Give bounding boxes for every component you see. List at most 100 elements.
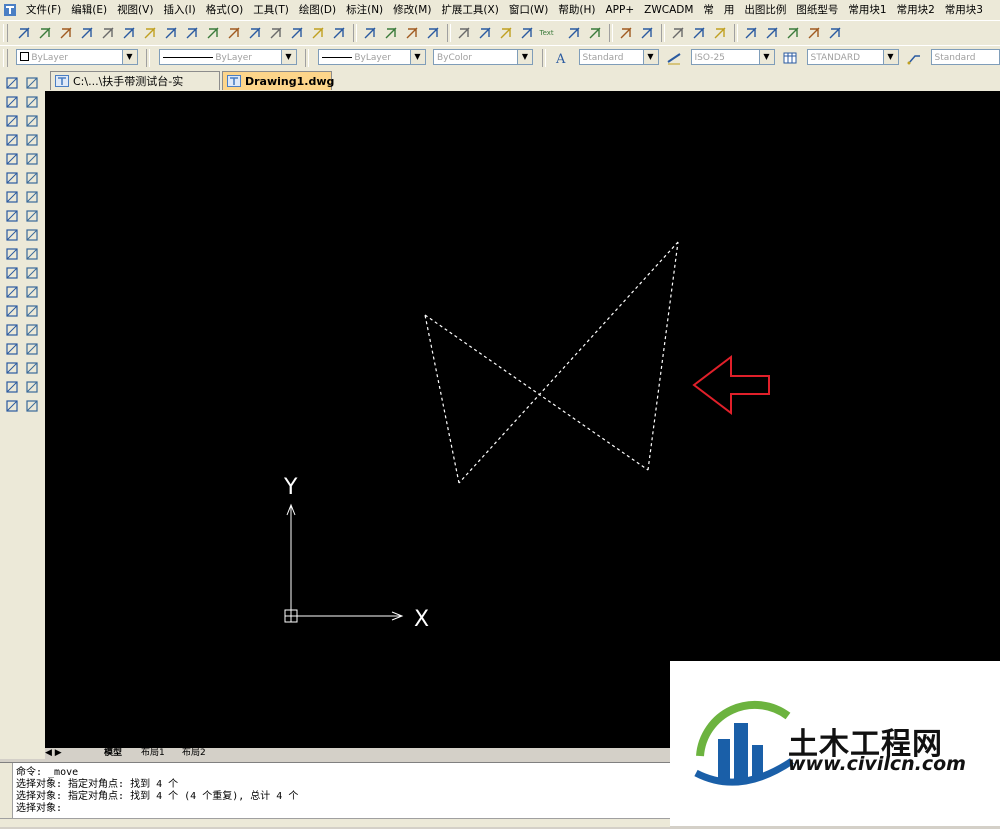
menu-item[interactable]: 视图(V) xyxy=(112,0,158,20)
selected-line[interactable] xyxy=(425,315,459,483)
toolbar-tool-icon[interactable] xyxy=(518,24,537,43)
draw-tool-icon[interactable] xyxy=(4,284,20,300)
toolbar-tool-icon[interactable] xyxy=(669,24,688,43)
linetype-dropdown[interactable]: ByLayer ▼ xyxy=(159,49,297,65)
table-style-icon[interactable] xyxy=(781,49,800,68)
chevron-down-icon[interactable]: ▼ xyxy=(883,50,898,64)
draw-tool-icon[interactable] xyxy=(4,75,20,91)
draw-tool-icon[interactable] xyxy=(4,379,20,395)
modify-tool-icon[interactable] xyxy=(24,208,40,224)
draw-tool-icon[interactable] xyxy=(4,208,20,224)
toolbar-tool-icon[interactable] xyxy=(267,24,286,43)
modify-tool-icon[interactable] xyxy=(24,113,40,129)
menu-item[interactable]: 绘图(D) xyxy=(294,0,341,20)
multileader-style-icon[interactable] xyxy=(905,49,924,68)
toolbar-tool-icon[interactable] xyxy=(382,24,401,43)
toolbar-tool-icon[interactable] xyxy=(784,24,803,43)
draw-tool-icon[interactable] xyxy=(4,265,20,281)
menu-item[interactable]: 窗口(W) xyxy=(504,0,554,20)
menu-item[interactable]: 插入(I) xyxy=(158,0,200,20)
dim-style-icon[interactable] xyxy=(665,49,684,68)
chevron-down-icon[interactable]: ▼ xyxy=(643,50,658,64)
draw-tool-icon[interactable] xyxy=(4,189,20,205)
draw-tool-icon[interactable] xyxy=(4,303,20,319)
draw-tool-icon[interactable] xyxy=(4,398,20,414)
toolbar-tool-icon[interactable] xyxy=(309,24,328,43)
modify-tool-icon[interactable] xyxy=(24,189,40,205)
toolbar-tool-icon[interactable] xyxy=(361,24,380,43)
menu-item[interactable]: 常用块1 xyxy=(843,0,891,20)
menu-item[interactable]: 常用块2 xyxy=(892,0,940,20)
toolbar-tool-icon[interactable] xyxy=(204,24,223,43)
text-style-icon[interactable]: A xyxy=(553,49,572,68)
modify-tool-icon[interactable] xyxy=(24,265,40,281)
menu-item[interactable]: 常 xyxy=(698,0,719,20)
modify-tool-icon[interactable] xyxy=(24,303,40,319)
lineweight-dropdown[interactable]: ByLayer ▼ xyxy=(318,49,426,65)
draw-tool-icon[interactable] xyxy=(4,246,20,262)
toolbar-tool-icon[interactable] xyxy=(497,24,516,43)
modify-tool-icon[interactable] xyxy=(24,170,40,186)
modify-tool-icon[interactable] xyxy=(24,341,40,357)
toolbar-tool-icon[interactable] xyxy=(246,24,265,43)
layout-nav-arrows[interactable]: ◀ ▶ xyxy=(45,748,62,759)
toolbar-tool-icon[interactable] xyxy=(141,24,160,43)
multileader-style-dropdown[interactable]: Standard ▼ xyxy=(931,49,1000,65)
selected-line[interactable] xyxy=(459,242,678,483)
toolbar-tool-icon[interactable] xyxy=(826,24,845,43)
layer-dropdown[interactable]: ByLayer ▼ xyxy=(16,49,138,65)
toolbar-tool-icon[interactable] xyxy=(36,24,55,43)
toolbar-tool-icon[interactable] xyxy=(565,24,584,43)
menu-item[interactable]: 出图比例 xyxy=(739,0,791,20)
draw-tool-icon[interactable] xyxy=(4,113,20,129)
modify-tool-icon[interactable] xyxy=(24,360,40,376)
tab-drawing1[interactable]: Drawing1.dwg xyxy=(222,71,332,90)
command-prompt[interactable]: 选择对象: xyxy=(16,803,62,815)
toolbar-tool-icon[interactable] xyxy=(330,24,349,43)
draw-tool-icon[interactable] xyxy=(4,322,20,338)
menu-item[interactable]: 修改(M) xyxy=(388,0,436,20)
menu-item[interactable]: 扩展工具(X) xyxy=(436,0,503,20)
command-window[interactable]: 命令: _move 选择对象: 指定对角点: 找到 4 个 选择对象: 指定对角… xyxy=(0,762,670,819)
toolbar-tool-icon[interactable] xyxy=(711,24,730,43)
toolbar-tool-icon[interactable] xyxy=(120,24,139,43)
dim-style-dropdown[interactable]: ISO-25 ▼ xyxy=(691,49,775,65)
modify-tool-icon[interactable] xyxy=(24,379,40,395)
menu-item[interactable]: 编辑(E) xyxy=(66,0,112,20)
selected-line[interactable] xyxy=(425,315,648,470)
modify-tool-icon[interactable] xyxy=(24,132,40,148)
toolbar-tool-icon[interactable] xyxy=(424,24,443,43)
menu-item[interactable]: 工具(T) xyxy=(248,0,294,20)
draw-tool-icon[interactable] xyxy=(4,360,20,376)
command-scrollbar[interactable] xyxy=(0,763,13,819)
toolbar-grip[interactable] xyxy=(3,24,8,42)
selected-objects[interactable] xyxy=(425,242,678,483)
menu-item[interactable]: 格式(O) xyxy=(201,0,248,20)
toolbar-tool-icon[interactable] xyxy=(763,24,782,43)
menu-item[interactable]: ZWCADM xyxy=(639,0,698,20)
toolbar-tool-icon[interactable] xyxy=(78,24,97,43)
menu-item[interactable]: 图纸型号 xyxy=(791,0,843,20)
drawing-canvas[interactable]: Y X xyxy=(45,91,1000,748)
selected-line[interactable] xyxy=(648,242,678,470)
draw-tool-icon[interactable] xyxy=(4,132,20,148)
toolbar-tool-icon[interactable] xyxy=(403,24,422,43)
toolbar-tool-icon[interactable] xyxy=(805,24,824,43)
toolbar-grip[interactable] xyxy=(3,49,8,67)
modify-tool-icon[interactable] xyxy=(24,151,40,167)
toolbar-tool-icon[interactable] xyxy=(183,24,202,43)
modify-tool-icon[interactable] xyxy=(24,284,40,300)
chevron-down-icon[interactable]: ▼ xyxy=(122,50,137,64)
modify-tool-icon[interactable] xyxy=(24,246,40,262)
menu-item[interactable]: 文件(F) xyxy=(21,0,66,20)
toolbar-tool-icon[interactable] xyxy=(742,24,761,43)
toolbar-tool-icon[interactable] xyxy=(586,24,605,43)
chevron-down-icon[interactable]: ▼ xyxy=(410,50,425,64)
color-dropdown[interactable]: ByColor ▼ xyxy=(433,49,533,65)
zwcad-app-icon[interactable] xyxy=(3,3,17,17)
tab-layout2[interactable]: 布局2 xyxy=(178,748,210,759)
toolbar-tool-icon[interactable] xyxy=(162,24,181,43)
toolbar-tool-icon[interactable] xyxy=(638,24,657,43)
toolbar-tool-icon[interactable] xyxy=(57,24,76,43)
chevron-down-icon[interactable]: ▼ xyxy=(281,50,296,64)
